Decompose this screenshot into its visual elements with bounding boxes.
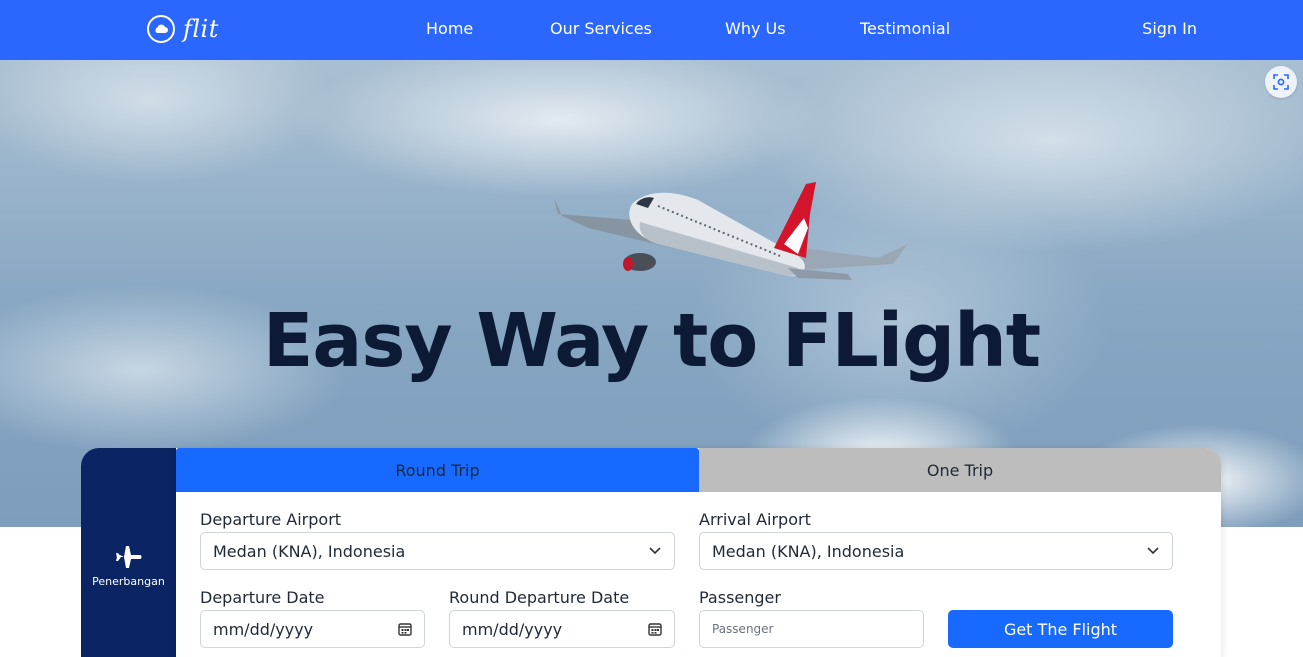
departure-airport-select[interactable]: Medan (KNA), Indonesia: [200, 532, 675, 570]
chevron-down-icon: [1146, 544, 1160, 558]
nav-link-testimonial[interactable]: Testimonial: [860, 19, 950, 38]
departure-date-value: mm/dd/yyyy: [213, 619, 314, 639]
arrival-airport-value: Medan (KNA), Indonesia: [712, 541, 905, 561]
airplane-icon: [114, 544, 142, 574]
logo-text: flit: [183, 15, 219, 43]
side-label: Penerbangan: [92, 575, 165, 588]
arrival-airport-label: Arrival Airport: [699, 510, 811, 529]
sign-in-link[interactable]: Sign In: [1142, 19, 1197, 38]
round-departure-date-label: Round Departure Date: [449, 588, 630, 607]
hero-title: Easy Way to FLight: [262, 298, 1041, 384]
nav-link-our-services[interactable]: Our Services: [550, 19, 652, 38]
nav-link-home[interactable]: Home: [426, 19, 473, 38]
departure-airport-label: Departure Airport: [200, 510, 342, 529]
cloud-icon: [147, 15, 175, 43]
scan-icon[interactable]: [1265, 66, 1297, 98]
airplane-photo: [554, 182, 908, 280]
passenger-input[interactable]: [699, 610, 924, 648]
logo[interactable]: flit: [147, 15, 219, 43]
side-panel: Penerbangan: [81, 448, 176, 657]
get-the-flight-button[interactable]: Get The Flight: [948, 610, 1173, 648]
navbar: flit Home Our Services Why Us Testimonia…: [0, 0, 1303, 60]
arrival-airport-select[interactable]: Medan (KNA), Indonesia: [699, 532, 1173, 570]
round-departure-date-value: mm/dd/yyyy: [462, 619, 563, 639]
tab-round-trip[interactable]: Round Trip: [176, 448, 699, 492]
departure-date-input[interactable]: mm/dd/yyyy: [200, 610, 425, 648]
nav-link-why-us[interactable]: Why Us: [725, 19, 786, 38]
flight-booking-card: Penerbangan Round Trip One Trip Departur…: [81, 448, 1221, 657]
calendar-icon[interactable]: [398, 622, 412, 636]
calendar-icon[interactable]: [648, 622, 662, 636]
booking-form: Round Trip One Trip Departure Airport Me…: [176, 448, 1221, 657]
chevron-down-icon: [648, 544, 662, 558]
departure-date-label: Departure Date: [200, 588, 325, 607]
departure-airport-value: Medan (KNA), Indonesia: [213, 541, 406, 561]
round-departure-date-input[interactable]: mm/dd/yyyy: [449, 610, 675, 648]
passenger-label: Passenger: [699, 588, 781, 607]
tab-one-trip[interactable]: One Trip: [699, 448, 1221, 492]
